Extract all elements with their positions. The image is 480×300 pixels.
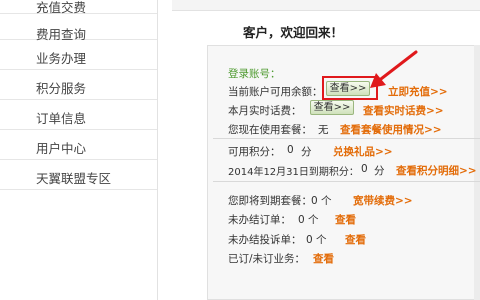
subscribed-business-label: 已订/未订业务： [228, 253, 306, 265]
sidebar-item-label: 业务办理 [36, 51, 87, 66]
sidebar-item-recharge[interactable]: 充值交费 [0, 0, 157, 15]
realtime-fee-link[interactable]: 查看实时话费>> [363, 103, 444, 118]
sidebar-item-label: 订单信息 [36, 111, 87, 126]
sidebar-item-points[interactable]: 积分服务 [0, 70, 157, 100]
open-orders-link[interactable]: 查看 [335, 212, 356, 227]
current-plan-value: 无 [318, 124, 329, 136]
sidebar-item-business[interactable]: 业务办理 [0, 40, 157, 70]
expiring-points-label: 2014年12月31日到期积分： [228, 167, 359, 178]
points-detail-link[interactable]: 查看积分明细>> [396, 163, 477, 178]
divider [213, 181, 480, 182]
login-account-label: 登录账号： [228, 68, 281, 80]
current-plan-label: 您现在使用套餐： [228, 124, 312, 136]
expiring-plan-value: 0 个 [311, 195, 332, 207]
recharge-now-link[interactable]: 立即充值>> [388, 84, 448, 99]
available-points-value: 0 [287, 144, 294, 156]
open-orders-label: 未办结订单： [228, 214, 291, 226]
sidebar-item-orders[interactable]: 订单信息 [0, 100, 157, 130]
sidebar-item-alliance[interactable]: 天翼联盟专区 [0, 160, 157, 190]
open-orders-value: 0 个 [298, 214, 319, 226]
open-complaints-label: 未办结投诉单： [228, 234, 302, 246]
sidebar-item-label: 用户中心 [36, 141, 87, 156]
highlight-box [322, 76, 378, 100]
open-complaints-value: 0 个 [306, 234, 327, 246]
sidebar-item-user-center[interactable]: 用户中心 [0, 130, 157, 160]
subscribed-business-link[interactable]: 查看 [313, 251, 334, 266]
view-realtime-button[interactable]: 查看>> [310, 100, 354, 115]
sidebar: 充值交费 费用查询 业务办理 积分服务 订单信息 用户中心 天翼联盟专区 [0, 0, 158, 300]
broadband-renew-link[interactable]: 宽带续费>> [353, 193, 413, 208]
balance-label: 当前账户可用余额： [228, 86, 323, 98]
expiring-plan-label: 您即将到期套餐： [228, 195, 312, 207]
plan-usage-link[interactable]: 查看套餐使用情况>> [340, 122, 442, 137]
top-strip [172, 0, 480, 11]
sidebar-item-label: 天翼联盟专区 [36, 171, 112, 186]
expiring-points-unit: 分 [374, 165, 385, 177]
divider [213, 138, 480, 139]
open-complaints-link[interactable]: 查看 [345, 232, 366, 247]
redeem-gift-link[interactable]: 兑换礼品>> [333, 144, 393, 159]
realtime-fee-label: 本月实时话费： [228, 105, 302, 117]
sidebar-item-label: 积分服务 [36, 81, 87, 96]
sidebar-item-bill-query[interactable]: 费用查询 [0, 14, 157, 42]
available-points-unit: 分 [301, 146, 312, 158]
available-points-label: 可用积分： [228, 146, 281, 158]
expiring-points-value: 0 [361, 163, 368, 175]
welcome-text: 客户，欢迎回来！ [243, 25, 344, 40]
